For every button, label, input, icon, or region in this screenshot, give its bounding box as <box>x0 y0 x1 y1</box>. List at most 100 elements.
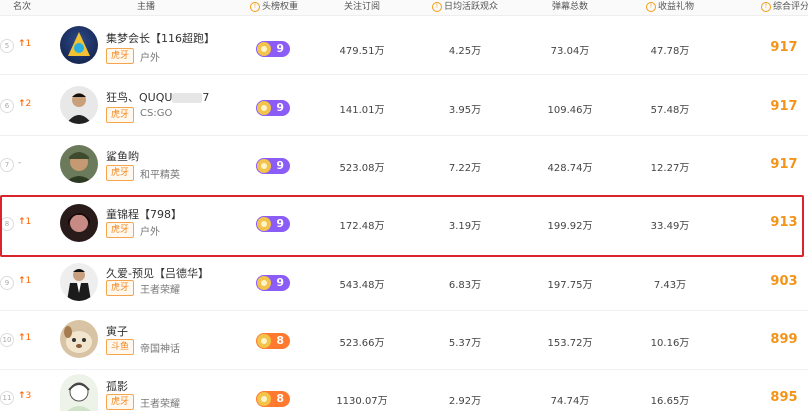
danmaku-value: 197.75万 <box>547 280 593 291</box>
category-label: 王者荣耀 <box>140 285 180 296</box>
weight-icon <box>257 334 271 348</box>
trend-value: 1 <box>25 39 32 49</box>
category-label: CS:GO <box>140 108 173 119</box>
header-rank: 名次 <box>12 2 31 12</box>
table-row[interactable]: 9 ↑1 久爱-预见【吕德华】 虎牙 王者荣耀 9 543.48万 6.83万 … <box>0 257 808 311</box>
streamer-name[interactable]: 寅子 <box>106 323 128 339</box>
score-value: 917 <box>770 157 798 172</box>
platform-tag: 斗鱼 <box>106 339 135 355</box>
selection-highlight-box <box>0 195 804 257</box>
gifts-value: 12.27万 <box>650 163 690 174</box>
header-daily-active: ! 日均活跃观众 <box>420 0 510 15</box>
info-icon: ! <box>760 1 771 12</box>
gifts-value: 7.43万 <box>653 280 687 291</box>
arrow-up-icon: ↑ <box>18 391 26 401</box>
weight-value: 9 <box>276 101 284 114</box>
score-value: 917 <box>770 40 798 55</box>
avatar-image <box>66 93 92 124</box>
info-icon: ! <box>249 1 260 12</box>
streamer-name[interactable]: 鲨鱼哟 <box>106 148 139 164</box>
avatar[interactable] <box>60 145 98 183</box>
platform-tag: 虎牙 <box>106 48 135 64</box>
rank-number: 5 <box>0 39 14 53</box>
gifts-value: 16.65万 <box>650 396 690 407</box>
avatar[interactable] <box>60 86 98 124</box>
table-row[interactable]: 6 ↑2 狂鸟、QUQU 7 虎牙 CS:GO 9 141.01万 3.95万 1… <box>0 75 808 136</box>
trend-indicator: ↑1 <box>18 39 31 49</box>
weight-icon <box>257 392 271 406</box>
platform-tag: 虎牙 <box>106 280 135 296</box>
avatar[interactable] <box>60 263 98 301</box>
rank-number: 11 <box>0 391 14 405</box>
streamer-name[interactable]: 集梦会长【116超跑】 <box>106 30 215 46</box>
weight-icon <box>257 42 271 56</box>
danmaku-value: 74.74万 <box>550 396 590 407</box>
platform-tag: 虎牙 <box>106 165 135 181</box>
trend-indicator: - <box>18 158 22 168</box>
danmaku-value: 109.46万 <box>547 105 593 116</box>
table-header: 名次 主播 ! 头榜权重 关注订阅 ! 日均活跃观众 弹幕总数 ! 收益礼物 ! 综合评… <box>0 0 808 16</box>
streamer-name[interactable]: 久爱-预见【吕德华】 <box>106 265 209 281</box>
arrow-up-icon: ↑ <box>18 333 26 343</box>
redacted-mark <box>172 93 203 103</box>
avatar-image <box>67 382 91 411</box>
weight-badge: 9 <box>256 41 290 57</box>
score-value: 895 <box>770 390 798 405</box>
danmaku-value: 153.72万 <box>547 338 593 349</box>
score-value: 903 <box>770 274 798 289</box>
weight-badge: 8 <box>256 333 290 349</box>
weight-value: 9 <box>276 159 284 172</box>
avatar[interactable] <box>60 374 98 411</box>
streamer-name-suffix: 7 <box>202 91 210 104</box>
avatar-image <box>67 269 91 301</box>
weight-value: 8 <box>276 392 284 405</box>
subscribers-value: 543.48万 <box>339 280 385 291</box>
gifts-value: 47.78万 <box>650 46 690 57</box>
rank-number: 6 <box>0 99 14 113</box>
weight-value: 9 <box>276 42 284 55</box>
score-value: 917 <box>770 99 798 114</box>
subscribers-value: 1130.07万 <box>336 396 388 407</box>
subscribers-value: 479.51万 <box>339 46 385 57</box>
category-label: 王者荣耀 <box>140 399 180 410</box>
weight-icon <box>257 159 271 173</box>
avatar[interactable] <box>60 26 98 64</box>
avatar[interactable] <box>60 320 98 358</box>
subscribers-value: 523.08万 <box>339 163 385 174</box>
trend-value: 2 <box>25 99 32 109</box>
daily-active-value: 2.92万 <box>448 396 482 407</box>
arrow-up-icon: ↑ <box>18 39 26 49</box>
table-row[interactable]: 11 ↑3 孤影 虎牙 王者荣耀 8 1130.07万 2.92万 74.74万… <box>0 370 808 411</box>
rank-number: 9 <box>0 276 14 290</box>
daily-active-value: 4.25万 <box>448 46 482 57</box>
table-row[interactable]: 7 - 鲨鱼哟 虎牙 和平精英 9 523.08万 7.22万 428.74万 … <box>0 136 808 196</box>
score-value: 899 <box>770 332 798 347</box>
table-row[interactable]: 5 ↑1 集梦会长【116超跑】 虎牙 户外 9 479.51万 4.25万 7… <box>0 16 808 75</box>
trend-value: 1 <box>25 276 32 286</box>
header-gifts: ! 收益礼物 <box>630 0 710 15</box>
header-score: ! 综合评分 <box>756 0 808 15</box>
avatar-image <box>68 32 90 56</box>
header-danmaku: 弹幕总数 <box>551 2 588 12</box>
avatar-image <box>64 326 92 353</box>
gifts-value: 57.48万 <box>650 105 690 116</box>
weight-badge: 8 <box>256 391 290 407</box>
header-streamer: 主播 <box>136 2 155 12</box>
danmaku-value: 428.74万 <box>547 163 593 174</box>
weight-icon <box>257 276 271 290</box>
subscribers-value: 141.01万 <box>339 105 385 116</box>
streamer-name[interactable]: 狂鸟、QUQU 7 <box>106 89 209 105</box>
weight-value: 8 <box>276 334 284 347</box>
subscribers-value: 523.66万 <box>339 338 385 349</box>
header-weight-label: 头榜权重 <box>261 2 298 12</box>
platform-tag: 虎牙 <box>106 107 135 123</box>
table-row[interactable]: 10 ↑1 寅子 斗鱼 帝国神话 8 523.66万 5.37万 153.72万… <box>0 311 808 370</box>
streamer-name[interactable]: 孤影 <box>106 378 128 394</box>
weight-badge: 9 <box>256 100 290 116</box>
info-icon: ! <box>645 1 656 12</box>
gifts-value: 10.16万 <box>650 338 690 349</box>
streamer-name-prefix: 狂鸟、QUQU <box>106 91 173 104</box>
weight-badge: 9 <box>256 275 290 291</box>
daily-active-value: 6.83万 <box>448 280 482 291</box>
weight-badge: 9 <box>256 158 290 174</box>
